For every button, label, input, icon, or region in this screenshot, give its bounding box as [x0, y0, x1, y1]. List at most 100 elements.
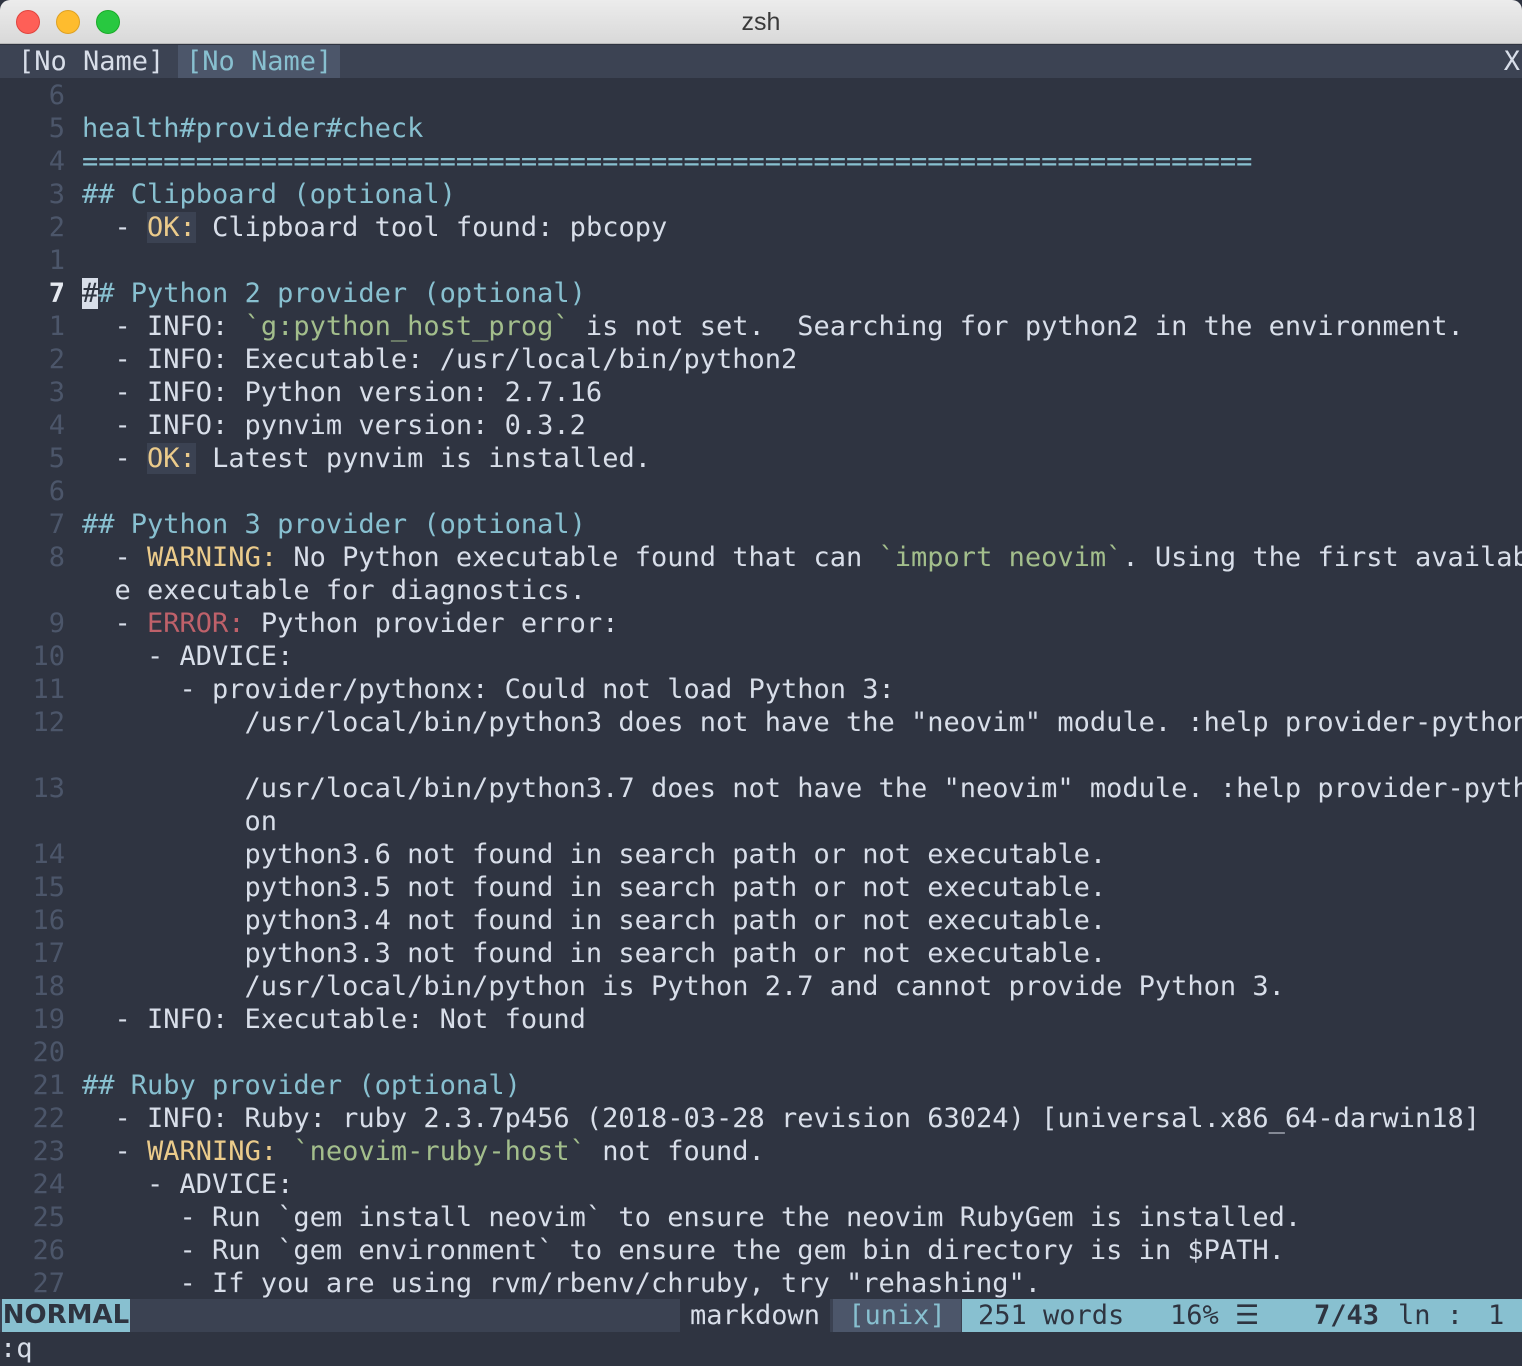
statusline: NORMAL markdown [unix] 251 words 16% ☰ 7… — [0, 1299, 1522, 1332]
text-segment: python3.3 not found in search path or no… — [82, 938, 1107, 969]
tab-no-name-1[interactable]: [No Name] — [10, 45, 172, 78]
text-segment: # Python 2 provider (optional) — [98, 278, 586, 309]
line-number: 6 — [48, 476, 65, 507]
line-number: 1 — [48, 245, 65, 276]
tabline: [No Name] [No Name] X — [0, 45, 1522, 78]
line-text: - Run `gem environment` to ensure the ge… — [82, 1234, 1285, 1267]
line-number: 4 — [48, 410, 65, 441]
text-segment: /usr/local/bin/python3 does not have the… — [82, 707, 1522, 738]
line-text: - INFO: Executable: Not found — [82, 1003, 586, 1036]
text-segment: - INFO: — [82, 311, 245, 342]
line-number: 25 — [32, 1202, 65, 1233]
line-text: - OK: Clipboard tool found: pbcopy — [82, 211, 667, 244]
line-text: ## Ruby provider (optional) — [82, 1069, 521, 1102]
line-text: - ADVICE: — [82, 640, 293, 673]
text-segment: python3.5 not found in search path or no… — [82, 872, 1107, 903]
text-segment: - — [82, 608, 148, 639]
text-segment: OK: — [147, 212, 196, 243]
text-segment: Clipboard tool found: pbcopy — [195, 212, 668, 243]
line-position: 7/43 — [1314, 1300, 1380, 1331]
line-text: - WARNING: `neovim-ruby-host` not found. — [82, 1135, 765, 1168]
text-segment: No Python executable found that can — [277, 542, 879, 573]
text-segment: python3.6 not found in search path or no… — [82, 839, 1107, 870]
line-number: 21 — [32, 1070, 65, 1101]
line-text: - ADVICE: — [82, 1168, 293, 1201]
line-text: - OK: Latest pynvim is installed. — [82, 442, 651, 475]
text-segment: WARNING: — [147, 542, 278, 573]
scroll-percent: 16% ☰ — [1170, 1300, 1260, 1331]
line-number: 3 — [48, 179, 65, 210]
editor-buffer[interactable]: 6 5 health#provider#check 4 ================… — [0, 79, 1522, 1298]
text-segment: on — [82, 806, 278, 837]
line-text: /usr/local/bin/python is Python 2.7 and … — [82, 970, 1285, 1003]
line-number: 14 — [32, 839, 65, 870]
text-segment: - Run `gem environment` to ensure the ge… — [82, 1235, 1285, 1266]
text-segment: ========================================… — [82, 146, 1253, 177]
text-segment: /usr/local/bin/python is Python 2.7 and … — [82, 971, 1285, 1002]
line-number: 11 — [32, 674, 65, 705]
close-tab-button[interactable]: X — [1504, 45, 1520, 78]
line-number: 8 — [48, 542, 65, 573]
line-number: 3 — [48, 377, 65, 408]
line-text: - WARNING: No Python executable found th… — [82, 541, 1522, 574]
line-number: 26 — [32, 1235, 65, 1266]
line-number: 7 — [48, 509, 65, 540]
line-number: 17 — [32, 938, 65, 969]
line-number: 4 — [48, 146, 65, 177]
line-text: e executable for diagnostics. — [82, 574, 586, 607]
text-segment: - provider/pythonx: Could not load Pytho… — [82, 674, 895, 705]
line-text: health#provider#check — [82, 112, 423, 145]
line-number: 27 — [32, 1268, 65, 1298]
line-number: 20 — [32, 1037, 65, 1068]
line-number: 23 — [32, 1136, 65, 1167]
text-segment: Python provider error: — [244, 608, 619, 639]
text-segment: - INFO: Ruby: ruby 2.3.7p456 (2018-03-28… — [82, 1103, 1480, 1134]
text-segment: `neovim-ruby-host` — [293, 1136, 586, 1167]
text-segment: - If you are using rvm/rbenv/chruby, try… — [82, 1268, 1042, 1298]
line-number: 1 — [48, 311, 65, 342]
text-segment: . Using the first availabl — [1122, 542, 1522, 573]
text-segment: ## Ruby provider (optional) — [82, 1070, 521, 1101]
text-cursor: # — [82, 278, 99, 309]
filetype-indicator: markdown — [680, 1299, 830, 1332]
text-segment: - — [82, 212, 148, 243]
line-text: - INFO: Python version: 2.7.16 — [82, 376, 603, 409]
line-text: - INFO: Executable: /usr/local/bin/pytho… — [82, 343, 798, 376]
line-text: ## Python 3 provider (optional) — [82, 508, 586, 541]
line-number: 5 — [48, 113, 65, 144]
fileformat-indicator: [unix] — [833, 1299, 961, 1332]
text-segment: ## Clipboard (optional) — [82, 179, 456, 210]
text-segment: - INFO: Executable: /usr/local/bin/pytho… — [82, 344, 798, 375]
line-text: - INFO: `g:python_host_prog` is not set.… — [82, 310, 1464, 343]
text-segment: ## Python 3 provider (optional) — [82, 509, 586, 540]
command-line[interactable]: :q — [0, 1332, 1522, 1366]
text-segment: - Run `gem install neovim` to ensure the… — [82, 1202, 1302, 1233]
ln-label: ln : — [1398, 1300, 1464, 1331]
text-segment: Latest pynvim is installed. — [195, 443, 651, 474]
line-number: 2 — [48, 212, 65, 243]
text-segment: is not set. Searching for python2 in the… — [569, 311, 1464, 342]
line-number: 24 — [32, 1169, 65, 1200]
line-number: 22 — [32, 1103, 65, 1134]
text-segment: - INFO: Executable: Not found — [82, 1004, 586, 1035]
text-segment: health#provider#check — [82, 113, 424, 144]
line-number: 7 — [48, 278, 65, 309]
line-text: ## Clipboard (optional) — [82, 178, 456, 211]
text-segment: `import neovim` — [878, 542, 1123, 573]
line-number: 18 — [32, 971, 65, 1002]
text-segment: - — [82, 542, 148, 573]
line-number: 15 — [32, 872, 65, 903]
line-number: 13 — [32, 773, 65, 804]
text-segment: - ADVICE: — [82, 641, 294, 672]
line-number: 5 — [48, 443, 65, 474]
window-titlebar: zsh — [0, 0, 1522, 44]
text-segment: /usr/local/bin/python3.7 does not have t… — [82, 773, 1522, 804]
text-segment: - ADVICE: — [82, 1169, 294, 1200]
line-text: /usr/local/bin/python3.7 does not have t… — [82, 772, 1522, 805]
line-text: python3.6 not found in search path or no… — [82, 838, 1107, 871]
text-segment: e executable for diagnostics. — [82, 575, 586, 606]
text-segment: not found. — [585, 1136, 765, 1167]
line-number: 19 — [32, 1004, 65, 1035]
tab-no-name-2-active[interactable]: [No Name] — [178, 45, 341, 78]
line-text: python3.5 not found in search path or no… — [82, 871, 1107, 904]
